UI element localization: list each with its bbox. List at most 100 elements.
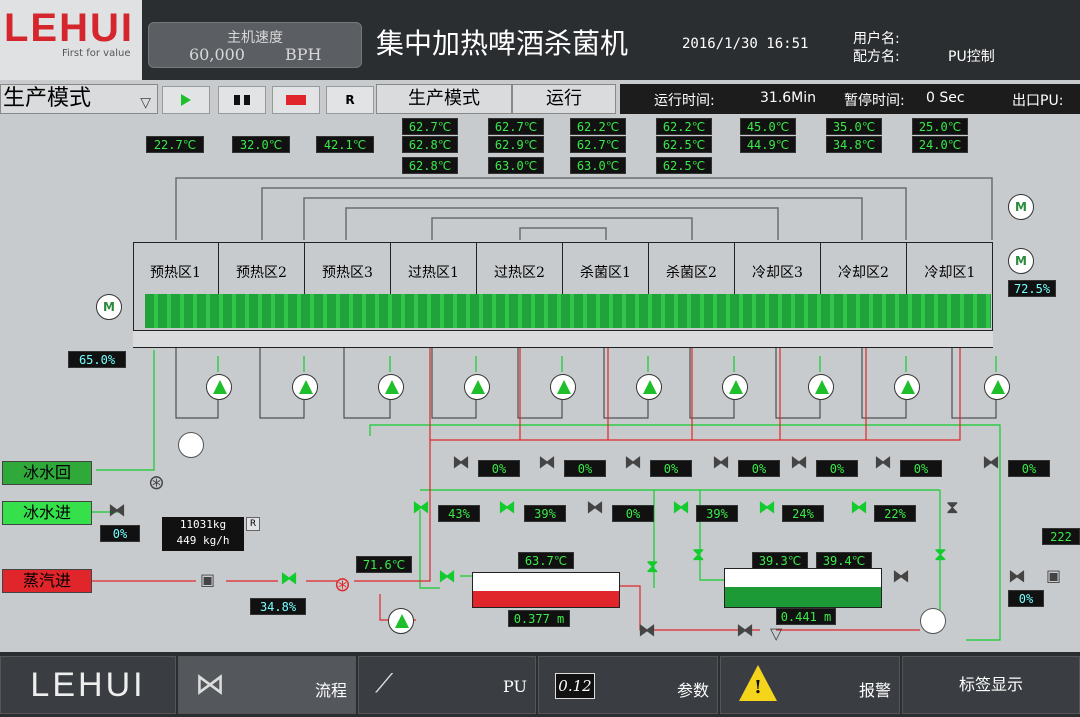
zone-label[interactable]: 冷却区3 bbox=[735, 242, 821, 298]
zone-label[interactable]: 过热区2 bbox=[477, 242, 563, 298]
hot-water-tank bbox=[472, 572, 620, 608]
zone-label[interactable]: 预热区3 bbox=[305, 242, 391, 298]
valve-icon[interactable]: ⧗ bbox=[692, 544, 705, 565]
valve-icon[interactable]: ⧓ bbox=[412, 497, 430, 518]
nav-params-label: 参数 bbox=[676, 681, 709, 700]
cold-water-tank bbox=[724, 568, 882, 608]
nav-flow-label: 流程 bbox=[314, 681, 347, 700]
valve-icon[interactable]: ⧓ bbox=[438, 566, 456, 587]
valve-icon[interactable]: ⧓ bbox=[892, 566, 910, 587]
nav-flow[interactable]: ⋈ 流程 bbox=[178, 656, 356, 714]
temp-readout: 45.0℃ bbox=[740, 118, 796, 135]
valve-icon[interactable]: ⧗ bbox=[934, 544, 947, 565]
flow-total: 11031kg bbox=[179, 518, 227, 531]
heat-exchanger-icon: ⊛ bbox=[148, 470, 165, 494]
pump-icon[interactable] bbox=[920, 608, 946, 634]
nav-alarm-label: 报警 bbox=[858, 681, 891, 700]
temp-readout: 32.0℃ bbox=[232, 136, 290, 153]
valve-icon[interactable]: ⧓ bbox=[758, 497, 776, 518]
zone-label[interactable]: 杀菌区2 bbox=[649, 242, 735, 298]
belt-speed-readout: 65.0% bbox=[68, 351, 126, 368]
valve-readout: 39% bbox=[524, 505, 566, 522]
valve-icon[interactable]: ⧓ bbox=[736, 620, 754, 641]
valve-icon[interactable]: ⧓ bbox=[638, 620, 656, 641]
steam-valve-readout: 34.8% bbox=[250, 598, 306, 615]
right-valve-readout: 0% bbox=[1008, 590, 1044, 607]
cold-tank-level-fill bbox=[725, 587, 881, 607]
pump-icon[interactable] bbox=[388, 608, 414, 634]
valve-icon[interactable]: ⧓ bbox=[850, 497, 868, 518]
cold-tank-level: 0.441 m bbox=[776, 608, 836, 625]
ice-water-return-button[interactable]: 冰水回 bbox=[2, 461, 92, 485]
temp-readout: 35.0℃ bbox=[826, 118, 882, 135]
temp-readout: 62.5℃ bbox=[656, 157, 712, 174]
pump-icon[interactable] bbox=[550, 374, 576, 400]
valve-icon[interactable]: ⧗ bbox=[646, 556, 659, 577]
valve-icon[interactable]: ⧓ bbox=[982, 452, 1000, 473]
flow-meter-icon: ▣ bbox=[200, 570, 216, 589]
pu-value-display: 0.12 bbox=[555, 673, 595, 699]
zone-label[interactable]: 预热区1 bbox=[133, 242, 219, 298]
flow-rate: 449 kg/h bbox=[176, 534, 230, 547]
pump-icon[interactable] bbox=[292, 374, 318, 400]
temp-readout: 62.7℃ bbox=[402, 118, 458, 135]
nav-alarm[interactable]: ! 报警 bbox=[720, 656, 900, 714]
steam-flow-totalizer: 11031kg 449 kg/h bbox=[162, 517, 244, 551]
valve-icon[interactable]: ⧓ bbox=[624, 452, 642, 473]
pump-icon[interactable] bbox=[808, 374, 834, 400]
footer-logo: LEHUI bbox=[0, 656, 176, 714]
valve-readout: 43% bbox=[438, 505, 480, 522]
curve-icon: ⟋ bbox=[375, 669, 394, 699]
valve-readout: 39% bbox=[696, 505, 738, 522]
temp-readout: 62.5℃ bbox=[656, 136, 712, 153]
temp-readout: 42.1℃ bbox=[316, 136, 374, 153]
ice-water-in-button[interactable]: 冰水进 bbox=[2, 501, 92, 525]
pump-icon[interactable] bbox=[378, 374, 404, 400]
valve-icon[interactable]: ⧓ bbox=[672, 497, 690, 518]
valve-icon[interactable]: ⧓ bbox=[452, 452, 470, 473]
hot-tank-level-fill bbox=[473, 591, 619, 607]
zone-label[interactable]: 冷却区2 bbox=[821, 242, 907, 298]
totalizer-reset-button[interactable]: R bbox=[246, 517, 260, 531]
temp-readout: 63.0℃ bbox=[570, 157, 626, 174]
valve-icon[interactable]: ⧓ bbox=[538, 452, 556, 473]
pump-icon[interactable] bbox=[464, 374, 490, 400]
valve-icon[interactable]: ⧓ bbox=[280, 568, 298, 589]
valve-icon[interactable]: ⧓ bbox=[498, 497, 516, 518]
valve-icon[interactable]: ⧓ bbox=[712, 452, 730, 473]
valve-icon[interactable]: ⧓ bbox=[586, 497, 604, 518]
check-valve-icon[interactable] bbox=[178, 432, 204, 458]
pump-icon[interactable] bbox=[722, 374, 748, 400]
zone-label[interactable]: 杀菌区1 bbox=[563, 242, 649, 298]
valve-icon[interactable]: ⧓ bbox=[108, 500, 126, 521]
zone-label[interactable]: 过热区1 bbox=[391, 242, 477, 298]
steam-in-button[interactable]: 蒸汽进 bbox=[2, 569, 92, 593]
nav-pu[interactable]: ⟋ PU bbox=[358, 656, 536, 714]
temp-readout: 62.8℃ bbox=[402, 157, 458, 174]
hot-tank-temp: 63.7℃ bbox=[518, 552, 574, 569]
valve-icon[interactable]: ⧓ bbox=[1008, 566, 1026, 587]
valve-icon[interactable]: ⧗ bbox=[946, 497, 959, 518]
pump-icon[interactable] bbox=[206, 374, 232, 400]
valve-icon[interactable]: ⧓ bbox=[874, 452, 892, 473]
nav-pu-label: PU bbox=[503, 677, 527, 696]
temp-readout: 63.0℃ bbox=[488, 157, 544, 174]
nav-labels[interactable]: 标签显示 bbox=[902, 656, 1080, 714]
motor-icon[interactable]: M bbox=[1008, 248, 1034, 274]
zone-label[interactable]: 冷却区1 bbox=[907, 242, 993, 298]
temp-readout: 62.8℃ bbox=[402, 136, 458, 153]
motor-icon[interactable]: M bbox=[96, 294, 122, 320]
temp-readout: 62.7℃ bbox=[570, 136, 626, 153]
pump-icon[interactable] bbox=[894, 374, 920, 400]
valve-readout: 0% bbox=[478, 460, 520, 477]
pump-icon[interactable] bbox=[636, 374, 662, 400]
valve-icon[interactable]: ⧓ bbox=[790, 452, 808, 473]
pump-icon[interactable] bbox=[984, 374, 1010, 400]
zone-label[interactable]: 预热区2 bbox=[219, 242, 305, 298]
motor-icon[interactable]: M bbox=[1008, 194, 1034, 220]
temp-readout: 22.7℃ bbox=[146, 136, 204, 153]
nav-params[interactable]: 0.12 参数 bbox=[538, 656, 718, 714]
valve-readout: 0% bbox=[816, 460, 858, 477]
outlet-readout: 72.5% bbox=[1008, 280, 1056, 297]
heat-exchanger-icon: ⊛ bbox=[334, 572, 351, 596]
